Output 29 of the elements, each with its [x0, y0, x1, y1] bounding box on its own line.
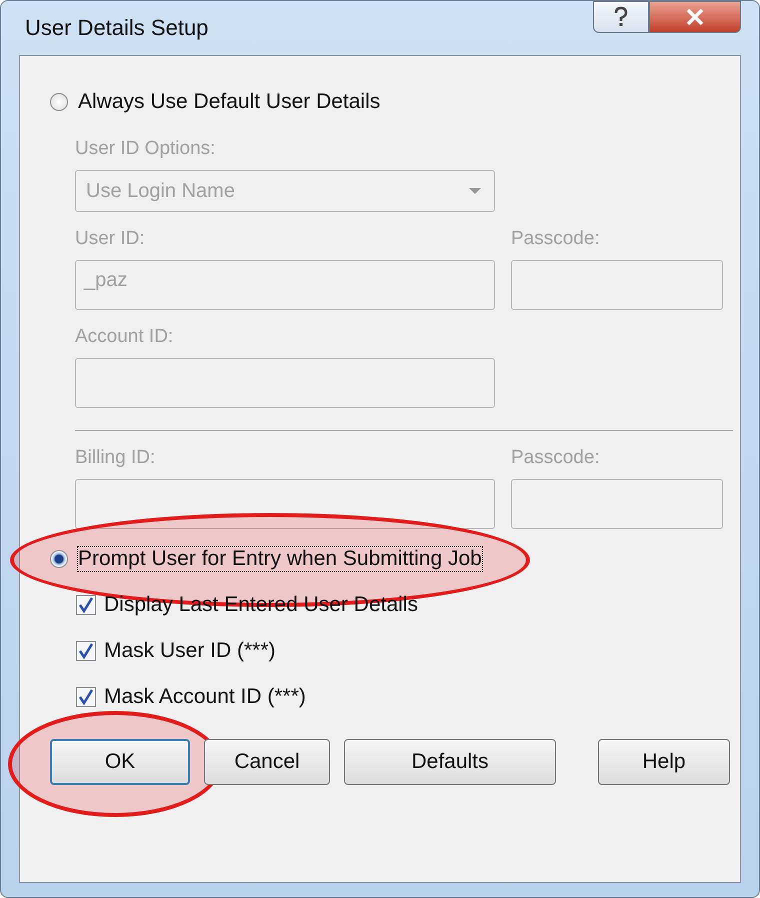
close-icon [685, 8, 705, 26]
billing-passcode-field[interactable] [511, 479, 723, 529]
billing-id-field[interactable] [75, 479, 495, 529]
help-icon [612, 6, 630, 28]
dialog-button[interactable]: OK [50, 739, 190, 785]
radio-button[interactable] [50, 93, 68, 111]
dialog-button[interactable]: Cancel [204, 739, 330, 785]
window-title: User Details Setup [24, 15, 208, 41]
dropdown-arrow-icon [468, 187, 482, 195]
radio-label[interactable]: Prompt User for Entry when Submitting Job [78, 547, 482, 571]
field-label: Account ID: [75, 326, 174, 348]
dialog-button[interactable]: Defaults [344, 739, 556, 785]
account-id-field[interactable] [75, 358, 495, 408]
field-label: Billing ID: [75, 447, 156, 469]
checkbox-label[interactable]: Mask Account ID (***) [104, 685, 306, 709]
checkbox[interactable] [76, 687, 96, 707]
field-label: User ID: [75, 228, 146, 250]
field-label: Passcode: [511, 447, 601, 469]
checkbox[interactable] [76, 595, 96, 615]
help-button[interactable] [593, 1, 649, 33]
dialog-button[interactable]: Help [598, 739, 730, 785]
close-button[interactable] [649, 1, 741, 33]
checkbox-label[interactable]: Mask User ID (***) [104, 639, 276, 663]
passcode-field[interactable] [511, 260, 723, 310]
radio-label[interactable]: Always Use Default User Details [78, 90, 380, 114]
checkbox[interactable] [76, 641, 96, 661]
field-label: Passcode: [511, 228, 601, 250]
field-label: User ID Options: [75, 138, 216, 160]
radio-button[interactable] [50, 550, 68, 568]
